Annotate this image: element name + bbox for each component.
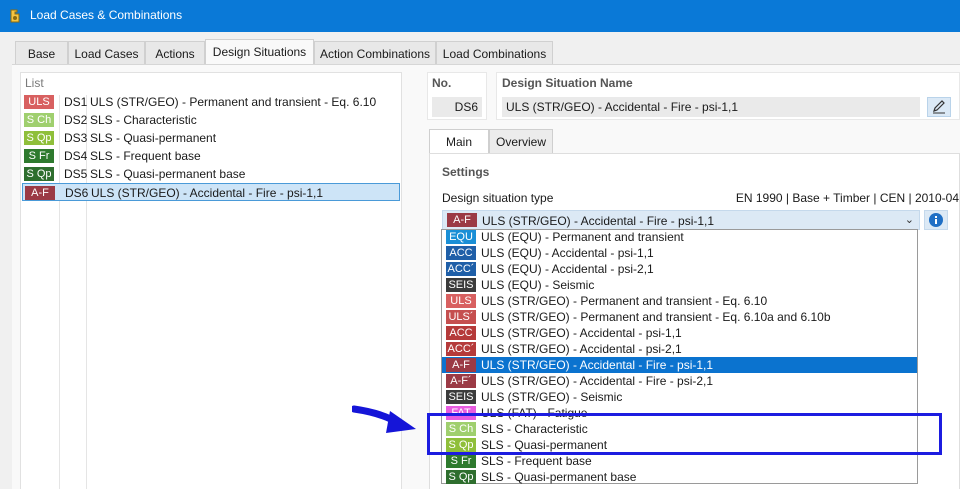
dropdown-option[interactable]: ACC ULS (STR/GEO) - Accidental - psi-1,1 — [442, 325, 917, 341]
option-label: ULS (STR/GEO) - Accidental - psi-1,1 — [481, 326, 682, 340]
list-item[interactable]: S Qp DS3 SLS - Quasi-permanent — [22, 129, 400, 147]
dropdown-option[interactable]: SEIS ULS (EQU) - Seismic — [442, 277, 917, 293]
type-badge: ACC´ — [446, 342, 476, 356]
dropdown-option[interactable]: SEIS ULS (STR/GEO) - Seismic — [442, 389, 917, 405]
name-field-group: Design Situation Name ULS (STR/GEO) - Ac… — [496, 72, 960, 120]
window-title: Load Cases & Combinations — [30, 8, 183, 22]
situation-name: SLS - Quasi-permanent base — [90, 167, 246, 181]
settings-header: Settings — [442, 165, 490, 179]
dropdown-option[interactable]: A-F ULS (STR/GEO) - Accidental - Fire - p… — [442, 357, 917, 373]
tab-main[interactable]: Main — [429, 129, 489, 153]
tab-overview[interactable]: Overview — [489, 129, 553, 153]
name-field[interactable]: ULS (STR/GEO) - Accidental - Fire - psi-… — [502, 97, 920, 117]
list-item[interactable]: S Ch DS2 SLS - Characteristic — [22, 111, 400, 129]
edit-name-button[interactable] — [927, 97, 951, 117]
app-icon — [10, 9, 20, 23]
option-label: ULS (STR/GEO) - Accidental - Fire - psi-… — [481, 358, 714, 372]
edit-icon — [933, 100, 945, 114]
dropdown-option[interactable]: ACC ULS (EQU) - Accidental - psi-1,1 — [442, 245, 917, 261]
type-badge: ACC — [446, 246, 476, 260]
situation-name: SLS - Frequent base — [90, 149, 201, 163]
situation-name: SLS - Characteristic — [90, 113, 197, 127]
tab-base[interactable]: Base — [15, 41, 68, 64]
type-badge: A-F´ — [446, 374, 476, 388]
situation-code: DS3 — [64, 131, 88, 145]
selected-type-text: ULS (STR/GEO) - Accidental - Fire - psi-… — [482, 214, 715, 228]
dropdown-option[interactable]: ULS´ ULS (STR/GEO) - Permanent and transi… — [442, 309, 917, 325]
type-badge: S Qp — [24, 131, 54, 145]
situation-code: DS4 — [64, 149, 88, 163]
tab-design-situations[interactable]: Design Situations — [205, 39, 314, 64]
situation-code: DS1 — [64, 95, 88, 109]
option-label: ULS (EQU) - Accidental - psi-1,1 — [481, 246, 654, 260]
tab-action-combinations[interactable]: Action Combinations — [314, 41, 436, 64]
main-content: List ULS DS1 ULS (STR/GEO) - Permanent and… — [12, 64, 960, 489]
name-label: Design Situation Name — [502, 76, 633, 90]
list-item[interactable]: S Qp DS5 SLS - Quasi-permanent base — [22, 165, 400, 183]
number-label: No. — [432, 76, 452, 90]
option-label: ULS (STR/GEO) - Seismic — [481, 390, 623, 404]
option-label: ULS (EQU) - Permanent and transient — [481, 230, 684, 244]
option-label: ULS (EQU) - Accidental - psi-2,1 — [481, 262, 654, 276]
type-badge: SEIS — [446, 278, 476, 292]
situation-name: ULS (STR/GEO) - Permanent and transient … — [90, 95, 377, 109]
type-badge: S Qp — [446, 470, 476, 484]
tab-load-cases[interactable]: Load Cases — [68, 41, 145, 64]
option-label: ULS (STR/GEO) - Accidental - psi-2,1 — [481, 342, 682, 356]
dropdown-option[interactable]: A-F´ ULS (STR/GEO) - Accidental - Fire - … — [442, 373, 917, 389]
situation-name: SLS - Quasi-permanent — [90, 131, 217, 145]
chevron-down-icon: ⌄ — [904, 214, 914, 226]
design-situation-type-label: Design situation type — [442, 191, 554, 205]
title-bar: Load Cases & Combinations — [0, 0, 960, 32]
type-badge: ULS — [24, 95, 54, 109]
dropdown-option[interactable]: EQU ULS (EQU) - Permanent and transient — [442, 229, 917, 245]
dropdown-option[interactable]: ACC´ ULS (EQU) - Accidental - psi-2,1 — [442, 261, 917, 277]
option-label: SLS - Quasi-permanent base — [481, 470, 637, 484]
option-label: ULS (STR/GEO) - Permanent and transient … — [481, 294, 768, 308]
number-value: DS6 — [432, 97, 482, 117]
highlight-rectangle — [427, 413, 942, 455]
tab-bar: Base Load Cases Actions Design Situation… — [0, 32, 960, 64]
type-badge: S Fr — [24, 149, 54, 163]
situation-code: DS6 — [65, 186, 89, 200]
info-button[interactable] — [924, 210, 948, 230]
list-item[interactable]: ULS DS1 ULS (STR/GEO) - Permanent and tran… — [22, 93, 400, 111]
dropdown-option[interactable]: S Fr SLS - Frequent base — [442, 453, 917, 469]
situation-name: ULS (STR/GEO) - Accidental - Fire - psi-… — [91, 186, 324, 200]
design-situation-list: List ULS DS1 ULS (STR/GEO) - Permanent and… — [20, 72, 402, 489]
situation-code: DS2 — [64, 113, 88, 127]
standard-label: EN 1990 | Base + Timber | CEN | 2010-04 — [735, 191, 959, 205]
list-item[interactable]: A-F DS6 ULS (STR/GEO) - Accidental - Fire … — [22, 183, 400, 201]
type-badge: ACC — [446, 326, 476, 340]
situation-code: DS5 — [64, 167, 88, 181]
type-badge: S Qp — [24, 167, 54, 181]
selected-type-badge: A-F — [447, 213, 477, 227]
dropdown-option[interactable]: ACC´ ULS (STR/GEO) - Accidental - psi-2,1 — [442, 341, 917, 357]
number-field-group: No. DS6 — [427, 72, 487, 120]
tab-actions[interactable]: Actions — [145, 41, 205, 64]
type-badge: ULS — [446, 294, 476, 308]
list-header: List — [25, 76, 44, 90]
option-label: ULS (EQU) - Seismic — [481, 278, 595, 292]
type-badge: EQU — [446, 230, 476, 244]
pointer-arrow-icon — [352, 405, 416, 433]
option-label: SLS - Frequent base — [481, 454, 592, 468]
type-badge: SEIS — [446, 390, 476, 404]
option-label: ULS (STR/GEO) - Accidental - Fire - psi-… — [481, 374, 714, 388]
tab-load-combinations[interactable]: Load Combinations — [436, 41, 553, 64]
dropdown-option[interactable]: ULS ULS (STR/GEO) - Permanent and transie… — [442, 293, 917, 309]
info-icon — [929, 213, 943, 227]
type-badge: A-F — [446, 358, 476, 372]
type-badge: A-F — [25, 186, 55, 200]
dropdown-option[interactable]: S Qp SLS - Quasi-permanent base — [442, 469, 917, 485]
option-label: ULS (STR/GEO) - Permanent and transient … — [481, 310, 831, 324]
type-badge: ULS´ — [446, 310, 476, 324]
design-situation-type-select[interactable]: A-F ULS (STR/GEO) - Accidental - Fire - … — [442, 210, 920, 230]
list-item[interactable]: S Fr DS4 SLS - Frequent base — [22, 147, 400, 165]
type-badge: S Fr — [446, 454, 476, 468]
type-badge: S Ch — [24, 113, 54, 127]
type-badge: ACC´ — [446, 262, 476, 276]
